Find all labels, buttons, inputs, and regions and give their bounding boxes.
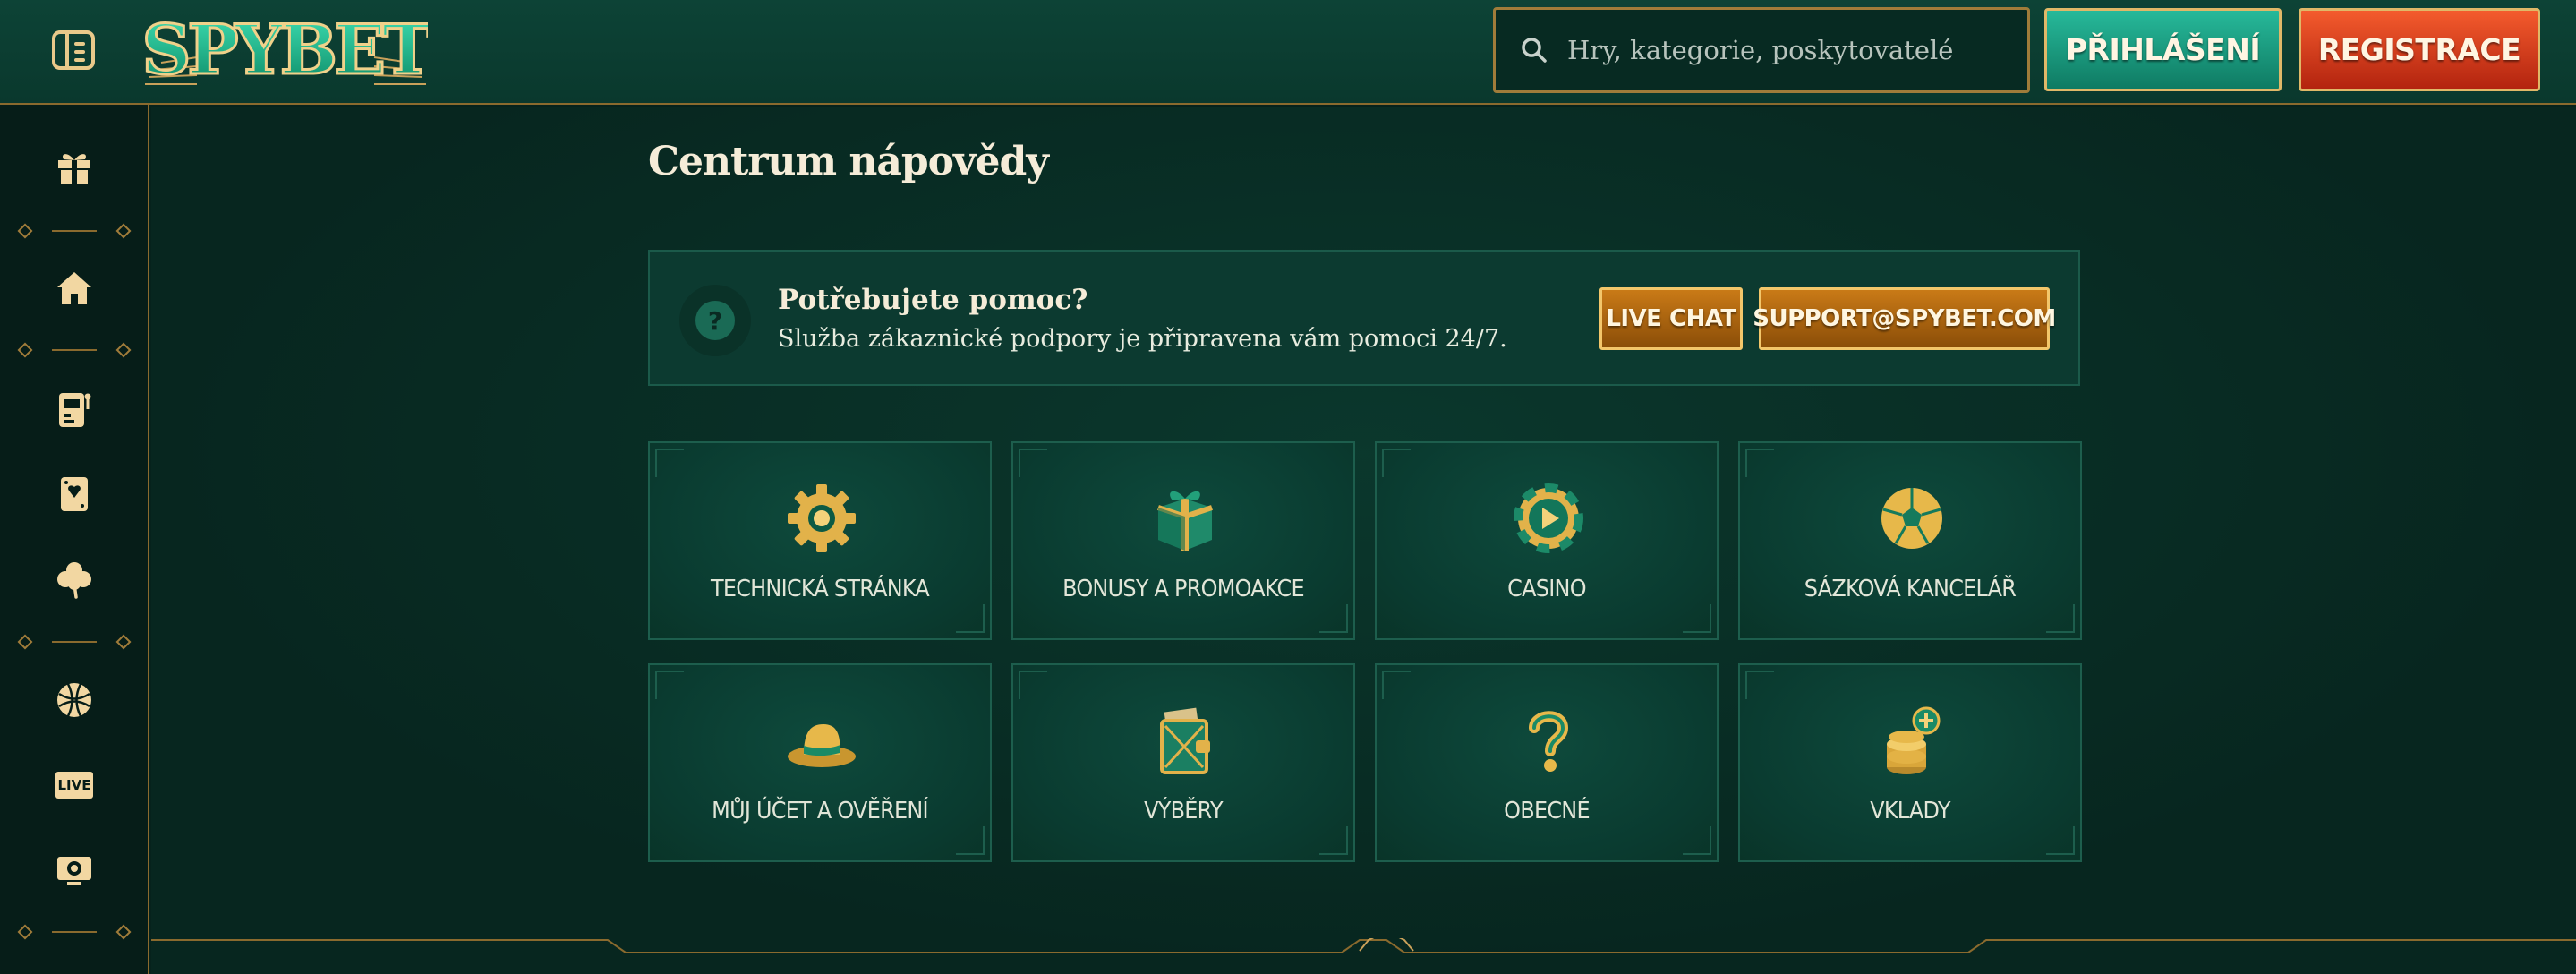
coin-stack-icon [1887, 706, 1941, 774]
support-email-button[interactable]: SUPPORT@SPYBET.COM [1753, 287, 2056, 350]
category-label: BONUSY A PROMOAKCE [1062, 576, 1305, 602]
top-header: SPYBET PŘIHLÁŠENÍ REGISTRACE [0, 0, 2576, 105]
footer-ornament [151, 938, 2576, 953]
category-label: MŮJ ÚČET A OVĚŘENÍ [712, 798, 928, 824]
virtual-sports-icon [57, 857, 91, 885]
sidebar-item-table-games[interactable] [43, 467, 106, 521]
register-button[interactable]: REGISTRACE [2299, 8, 2540, 91]
help-icon-wrap: ? [679, 285, 751, 356]
support-title: Potřebujete pomoc? [778, 284, 1088, 316]
category-card-technical[interactable]: TECHNICKÁ STRÁNKA [648, 441, 992, 640]
soccer-ball-icon [1881, 488, 1942, 549]
sidebar-item-sports[interactable] [43, 673, 106, 727]
category-card-general[interactable]: OBECNÉ [1375, 663, 1719, 862]
sidebar-divider [17, 924, 132, 940]
category-label: VKLADY [1870, 798, 1950, 824]
sidebar-divider [17, 634, 132, 650]
category-label: SÁZKOVÁ KANCELÁŘ [1804, 576, 2017, 602]
category-card-account[interactable]: MŮJ ÚČET A OVĚŘENÍ [648, 663, 992, 862]
support-subtitle: Služba zákaznické podpory je připravena … [778, 325, 1507, 353]
category-card-bonuses[interactable]: BONUSY A PROMOAKCE [1011, 441, 1355, 640]
question-icon: ? [695, 301, 735, 340]
gift-icon [58, 154, 90, 184]
sidebar-item-lottery[interactable] [43, 552, 106, 606]
sidebar-toggle-icon[interactable] [52, 30, 95, 70]
category-label: TECHNICKÁ STRÁNKA [710, 576, 930, 602]
gift-box-icon [1157, 491, 1213, 551]
sidebar-item-promotions[interactable] [43, 141, 106, 194]
slot-machine-icon [59, 393, 91, 427]
category-label: OBECNÉ [1504, 798, 1590, 824]
playing-card-icon [61, 477, 88, 511]
category-card-deposits[interactable]: VKLADY [1738, 663, 2082, 862]
sidebar: LIVE [0, 105, 149, 974]
search-icon [1522, 38, 1547, 63]
category-label: CASINO [1507, 576, 1586, 602]
category-card-withdrawals[interactable]: VÝBĚRY [1011, 663, 1355, 862]
page-title: Centrum nápovědy [648, 139, 1049, 184]
sidebar-item-home[interactable] [43, 261, 106, 315]
category-card-sportsbook[interactable]: SÁZKOVÁ KANCELÁŘ [1738, 441, 2082, 640]
question-mark-icon [1529, 711, 1569, 772]
gear-icon [788, 484, 856, 552]
login-button[interactable]: PŘIHLÁŠENÍ [2044, 8, 2282, 91]
hat-icon [788, 724, 856, 767]
sidebar-item-slots[interactable] [43, 382, 106, 436]
clover-icon [57, 562, 91, 599]
search-input[interactable] [1567, 35, 2015, 65]
logo-text: SPYBET [143, 10, 428, 90]
support-banner: ? Potřebujete pomoc? Služba zákaznické p… [648, 250, 2080, 386]
help-center-main: Centrum nápovědy ? Potřebujete pomoc? Sl… [151, 107, 2576, 974]
wallet-icon [1160, 707, 1210, 774]
sidebar-divider [17, 223, 132, 239]
live-icon: LIVE [55, 772, 93, 799]
sidebar-item-virtual-sports[interactable] [43, 843, 106, 897]
category-card-casino[interactable]: CASINO [1375, 441, 1719, 640]
search-box[interactable] [1493, 7, 2030, 93]
live-chat-button[interactable]: LIVE CHAT [1599, 287, 1743, 350]
sidebar-item-live[interactable]: LIVE [43, 758, 106, 812]
spybet-logo[interactable]: SPYBET [143, 5, 428, 91]
home-icon [57, 272, 91, 304]
casino-chip-icon [1514, 483, 1583, 553]
sports-ball-icon [57, 683, 91, 717]
sidebar-divider [17, 342, 132, 358]
category-label: VÝBĚRY [1144, 798, 1224, 824]
live-icon-label: LIVE [57, 777, 91, 793]
